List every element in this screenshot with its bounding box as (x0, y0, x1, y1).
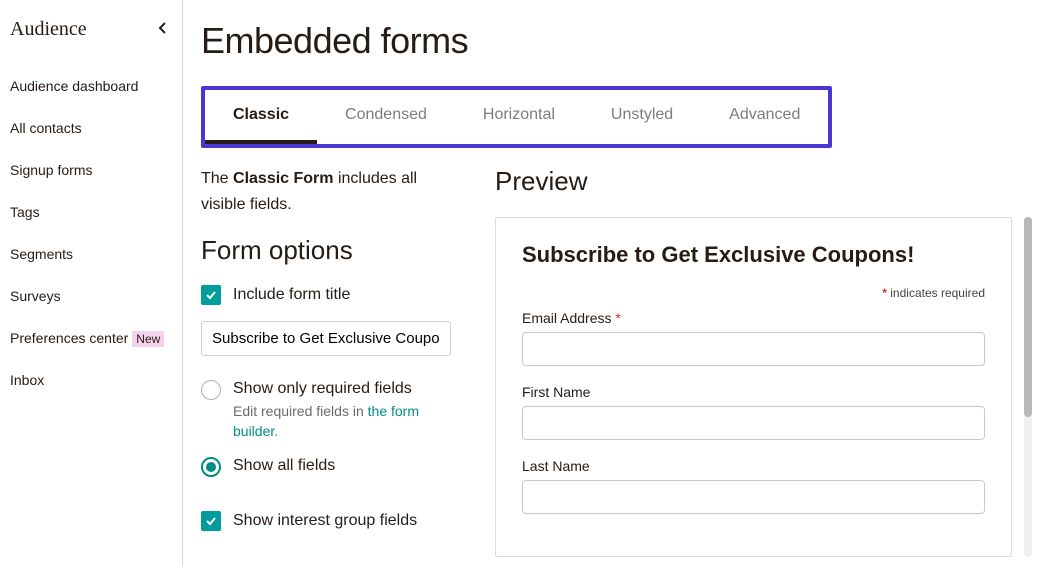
tab-description: The Classic Form includes all visible fi… (201, 166, 463, 217)
sidebar-nav: Audience dashboard All contacts Signup f… (10, 65, 182, 401)
show-interest-checkbox[interactable] (201, 511, 221, 531)
sidebar-item-label: Surveys (10, 288, 61, 304)
sidebar-item-label: Segments (10, 246, 73, 262)
sidebar-item-label: Preferences center (10, 330, 128, 346)
show-interest-option: Show interest group fields (201, 510, 463, 532)
show-required-option: Show only required fields Edit required … (201, 378, 463, 442)
sidebar-collapse-button[interactable] (158, 21, 168, 39)
preview-column: Preview Subscribe to Get Exclusive Coupo… (495, 154, 1032, 557)
show-required-label: Show only required fields (233, 378, 463, 400)
sidebar-item-all-contacts[interactable]: All contacts (10, 107, 182, 149)
field-input-lastname[interactable] (522, 480, 985, 514)
sidebar-item-label: Tags (10, 204, 40, 220)
preview-form-title: Subscribe to Get Exclusive Coupons! (522, 242, 985, 268)
preview-panel: Subscribe to Get Exclusive Coupons! * in… (495, 217, 1012, 557)
form-title-input[interactable] (201, 321, 451, 356)
content-row: The Classic Form includes all visible fi… (201, 154, 1032, 557)
sidebar-item-inbox[interactable]: Inbox (10, 359, 182, 401)
field-label-lastname: Last Name (522, 458, 985, 474)
check-icon (205, 515, 217, 527)
field-input-email[interactable] (522, 332, 985, 366)
sidebar-item-audience-dashboard[interactable]: Audience dashboard (10, 65, 182, 107)
tab-horizontal[interactable]: Horizontal (455, 90, 583, 144)
sidebar-item-preferences-center[interactable]: Preferences centerNew (10, 317, 182, 359)
show-all-radio[interactable] (201, 457, 221, 477)
include-title-label: Include form title (233, 284, 350, 306)
form-options-column: The Classic Form includes all visible fi… (201, 154, 463, 557)
form-options-heading: Form options (201, 235, 463, 266)
preview-scrollbar-thumb[interactable] (1024, 217, 1032, 417)
new-badge: New (132, 331, 164, 347)
sidebar-item-segments[interactable]: Segments (10, 233, 182, 275)
sidebar-item-signup-forms[interactable]: Signup forms (10, 149, 182, 191)
preview-panel-wrap: Subscribe to Get Exclusive Coupons! * in… (495, 217, 1032, 557)
chevron-left-icon (158, 21, 168, 35)
show-required-help: Edit required fields in the form builder… (233, 402, 463, 441)
show-required-radio[interactable] (201, 380, 221, 400)
required-indicator-note: * indicates required (522, 286, 985, 300)
tab-unstyled[interactable]: Unstyled (583, 90, 701, 144)
field-label-email: Email Address * (522, 310, 985, 326)
tab-condensed[interactable]: Condensed (317, 90, 455, 144)
sidebar-item-label: Audience dashboard (10, 78, 138, 94)
tab-classic[interactable]: Classic (205, 90, 317, 144)
main-content: Embedded forms Classic Condensed Horizon… (183, 0, 1042, 567)
preview-heading: Preview (495, 166, 1032, 197)
sidebar-item-label: All contacts (10, 120, 82, 136)
sidebar-item-surveys[interactable]: Surveys (10, 275, 182, 317)
show-all-label: Show all fields (233, 455, 335, 477)
sidebar-item-label: Signup forms (10, 162, 92, 178)
sidebar-item-tags[interactable]: Tags (10, 191, 182, 233)
sidebar: Audience Audience dashboard All contacts… (0, 0, 183, 567)
sidebar-item-label: Inbox (10, 372, 44, 388)
show-interest-label: Show interest group fields (233, 510, 417, 532)
include-title-option: Include form title (201, 284, 463, 306)
sidebar-title: Audience (10, 18, 87, 41)
tabs: Classic Condensed Horizontal Unstyled Ad… (205, 90, 828, 144)
tabs-highlight: Classic Condensed Horizontal Unstyled Ad… (201, 86, 832, 148)
preview-scrollbar[interactable] (1024, 217, 1032, 557)
field-input-firstname[interactable] (522, 406, 985, 440)
tab-advanced[interactable]: Advanced (701, 90, 828, 144)
field-label-firstname: First Name (522, 384, 985, 400)
include-title-checkbox[interactable] (201, 285, 221, 305)
check-icon (205, 289, 217, 301)
page-title: Embedded forms (201, 20, 1032, 62)
sidebar-header: Audience (10, 18, 182, 41)
show-all-option: Show all fields (201, 455, 463, 477)
